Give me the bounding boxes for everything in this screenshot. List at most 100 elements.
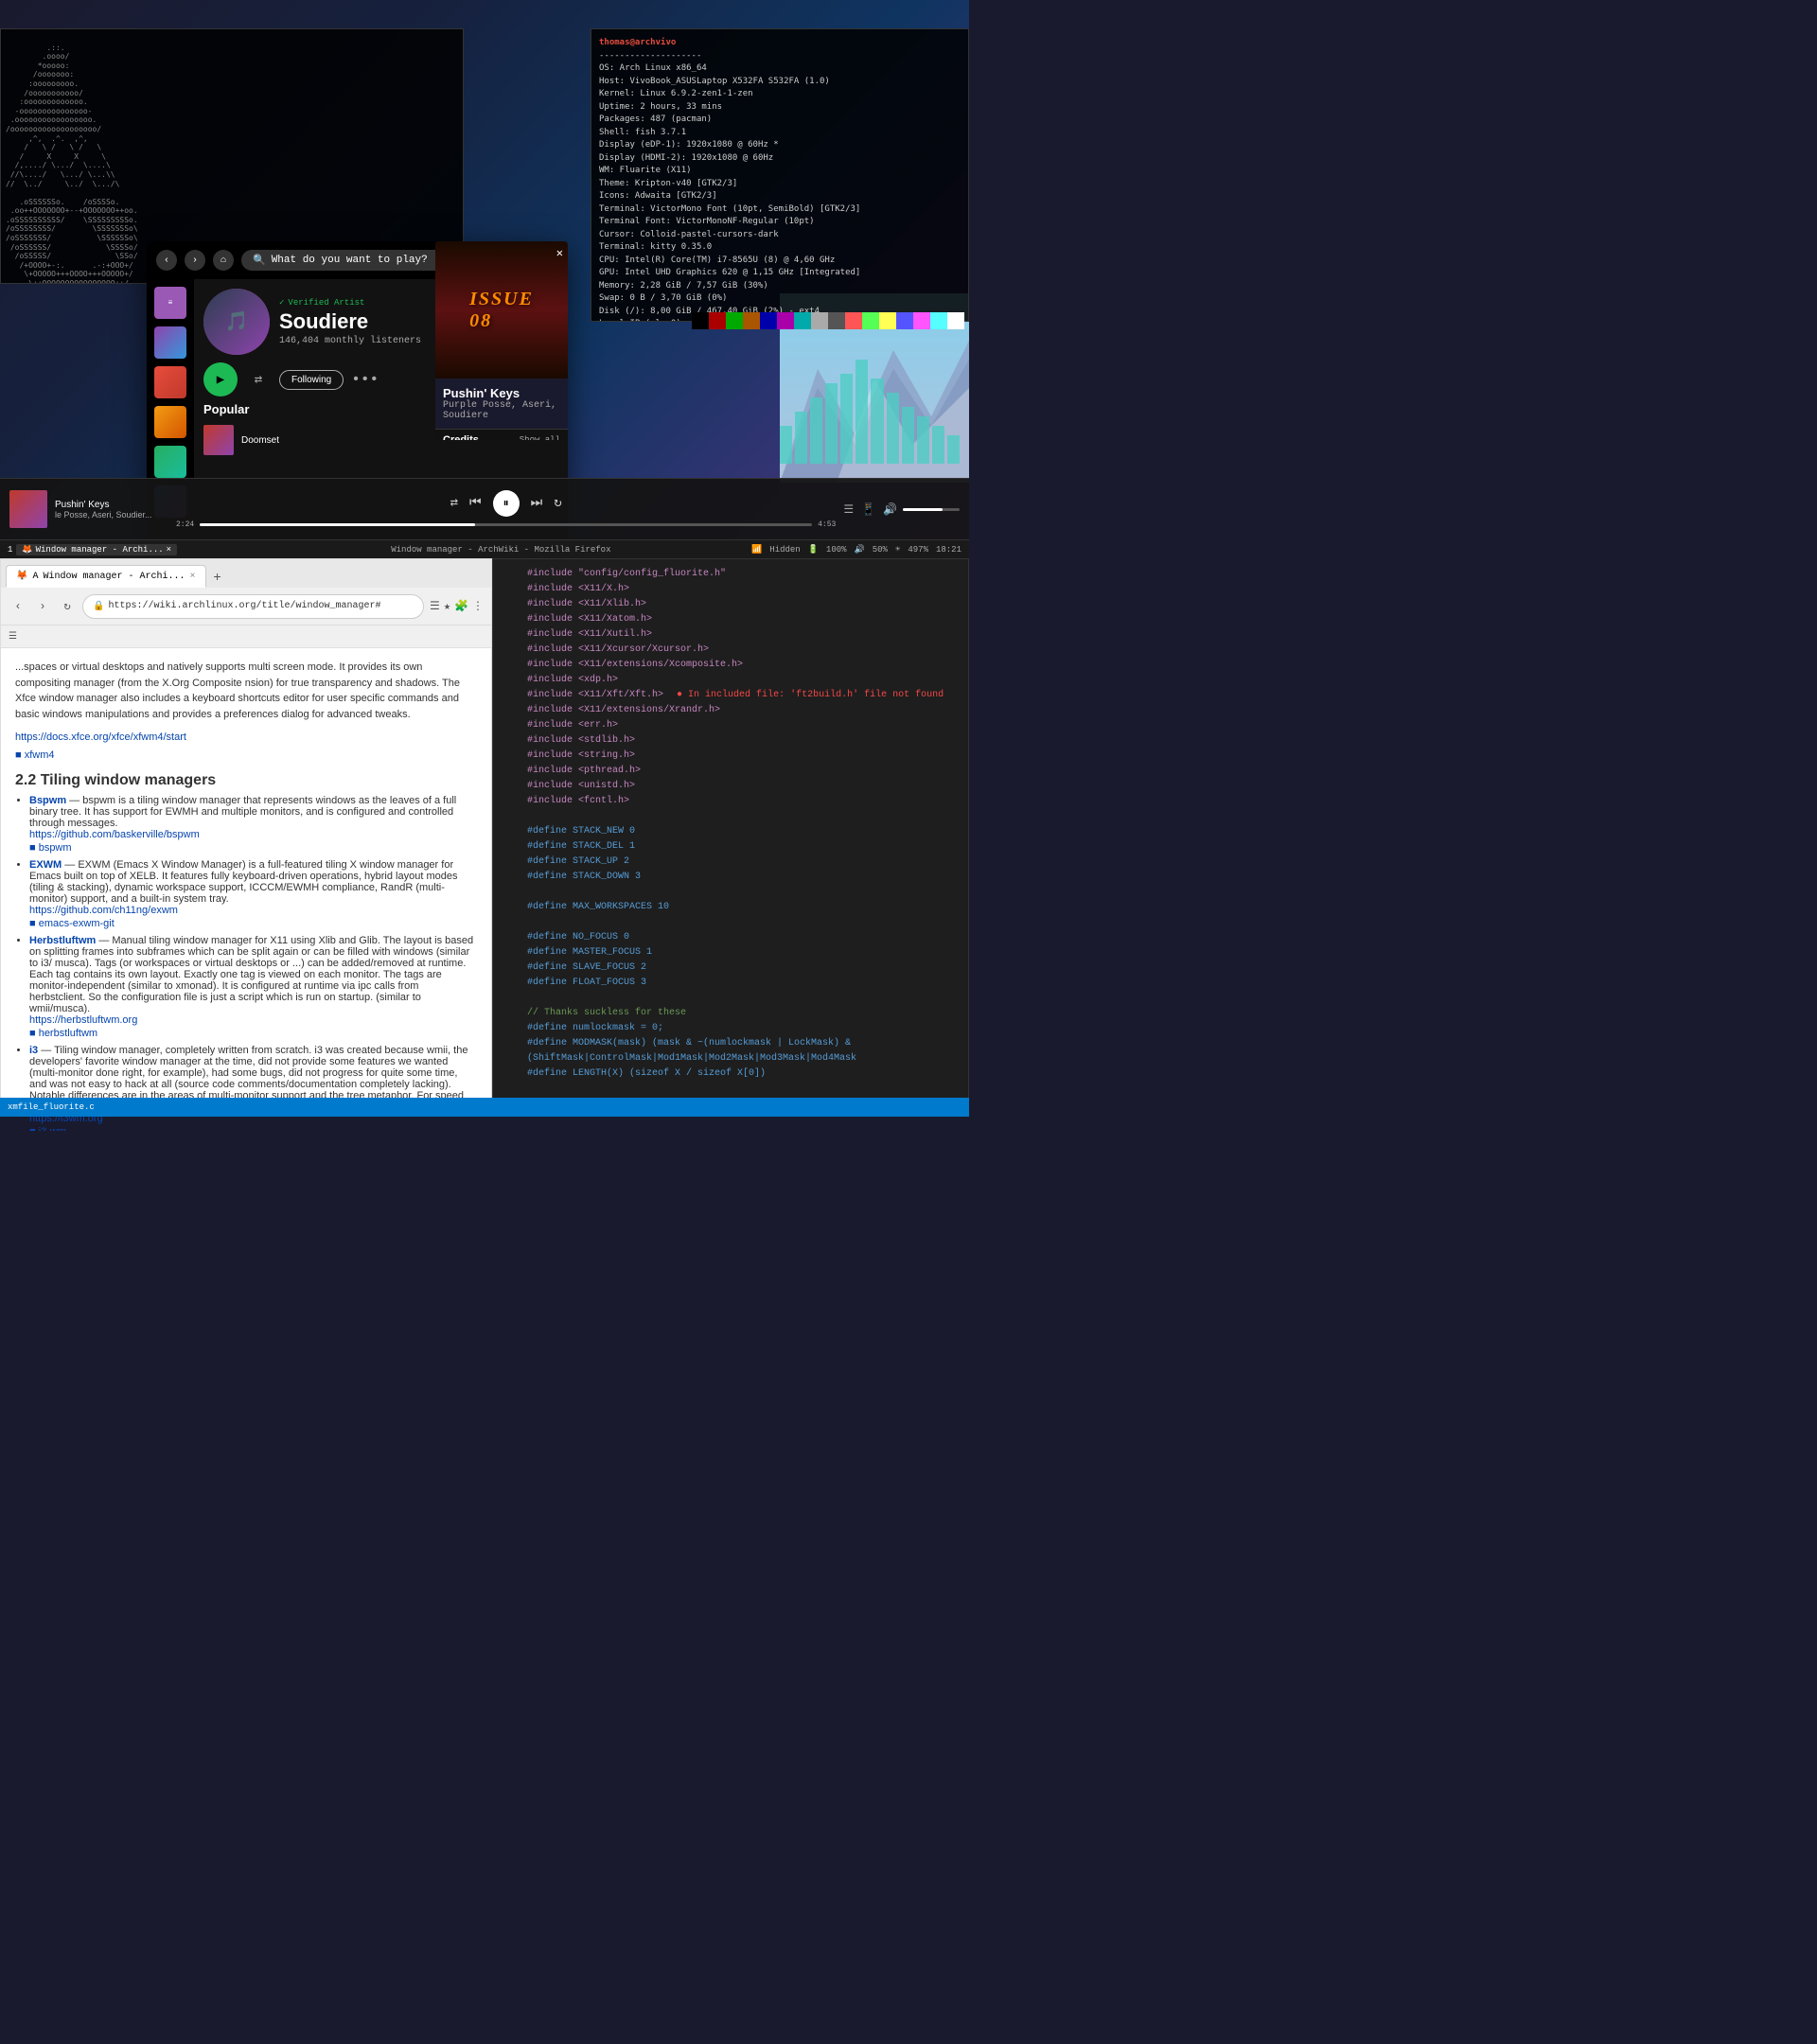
shuffle-button[interactable]: ⇄: [245, 366, 272, 393]
progress-fill: [200, 523, 475, 526]
device-icon[interactable]: 📱: [861, 502, 875, 517]
chart-bar-6: [871, 379, 883, 464]
code-line: #include "config/config_fluorite.h": [501, 567, 961, 582]
sysinfo-cursor: Cursor: Colloid-pastel-cursors-dark: [599, 230, 779, 239]
herbstluftwm-link[interactable]: https://herbstluftwm.org: [29, 1014, 477, 1026]
extensions-icon[interactable]: 🧩: [454, 599, 468, 613]
taskbar-left: 1 🦊 Window manager - Archi... ×: [8, 544, 251, 555]
exwm-aur-link[interactable]: ■ emacs-exwm-git: [29, 918, 115, 929]
app-label: Window manager - Archi...: [36, 545, 164, 555]
chart-bar-10: [932, 426, 944, 464]
xfwm4-docs-link[interactable]: https://docs.xfce.org/xfce/xfwm4/start: [15, 730, 477, 746]
taskbar-app-item[interactable]: 🦊 Window manager - Archi... ×: [16, 544, 177, 555]
play-button[interactable]: ▶: [203, 362, 238, 396]
code-editor: #include "config/config_fluorite.h" #inc…: [492, 558, 969, 1107]
next-track-icon[interactable]: ⏭: [531, 496, 543, 511]
now-playing-bar: Pushin' Keys le Posse, Aseri, Soudier...…: [0, 478, 969, 539]
code-line: #define STACK_DOWN 3: [501, 870, 961, 885]
prev-track-icon[interactable]: ⏮: [469, 496, 482, 511]
brightness-level: 497%: [908, 545, 928, 555]
brightness-icon: ☀: [895, 545, 900, 555]
progress-bar[interactable]: 2:24 4:53: [176, 520, 836, 529]
exwm-title: EXWM: [29, 859, 62, 871]
tab-close-button[interactable]: ×: [190, 572, 196, 582]
browser-forward-button[interactable]: ›: [33, 597, 52, 616]
code-line-blank: [501, 809, 961, 824]
queue-icon[interactable]: ☰: [843, 502, 854, 517]
wifi-icon: 📶: [751, 545, 762, 555]
active-browser-tab[interactable]: 🦊 A Window manager - Archi... ×: [6, 565, 206, 588]
album-close-icon[interactable]: ✕: [556, 246, 563, 260]
chart-bar-7: [887, 393, 899, 464]
show-all-link[interactable]: Show all: [520, 435, 560, 440]
code-line-blank: [501, 1082, 961, 1097]
clock: 18:21: [936, 545, 961, 555]
artist-avatar-image: [203, 289, 270, 355]
palette-color-55ff55: [862, 312, 879, 329]
sidebar-library-icon[interactable]: ≡: [154, 287, 186, 319]
list-item-herbstluftwm: Herbstluftwm — Manual tiling window mana…: [29, 935, 477, 1039]
palette-color-ffffff: [947, 312, 964, 329]
reader-mode-icon[interactable]: ☰: [430, 599, 440, 613]
herbstluftwm-aur-link[interactable]: ■ herbstluftwm: [29, 1028, 97, 1039]
wm-list: Bspwm — bspwm is a tiling window manager…: [15, 795, 477, 1131]
chart-bar-5: [856, 360, 868, 464]
volume-icons: ☰ 📱 🔊: [843, 502, 897, 517]
chart-bar-0: [780, 426, 792, 464]
code-line: #define NO_FOCUS 0: [501, 930, 961, 945]
play-pause-button[interactable]: ⏸: [493, 490, 520, 517]
back-button[interactable]: ‹: [156, 250, 177, 271]
volume-icon[interactable]: 🔊: [883, 502, 897, 517]
progress-track[interactable]: [200, 523, 812, 526]
sysinfo-terminal: thomas@archvivo -------------------- OS:…: [591, 28, 969, 322]
code-line: #include <err.h>: [501, 718, 961, 733]
browser-url-bar[interactable]: 🔒 https://wiki.archlinux.org/title/windo…: [82, 594, 424, 619]
bspwm-github-link[interactable]: https://github.com/baskerville/bspwm: [29, 829, 477, 840]
exwm-github-link[interactable]: https://github.com/ch11ng/exwm: [29, 905, 477, 916]
sidebar-item-4[interactable]: [154, 446, 186, 478]
sidebar-item-1[interactable]: [154, 326, 186, 359]
bspwm-aur-link[interactable]: ■ bspwm: [29, 842, 72, 854]
sysinfo-gpu: GPU: Intel UHD Graphics 620 @ 1,15 GHz […: [599, 268, 860, 277]
code-line: #include <X11/extensions/Xcomposite.h>: [501, 658, 961, 673]
sidebar-item-3[interactable]: [154, 406, 186, 438]
i3-aur-link[interactable]: ■ i3-wm: [29, 1126, 66, 1131]
album-cover: ISSUE08: [435, 241, 568, 379]
palette-color-00aa00: [726, 312, 743, 329]
chart-bar-9: [917, 416, 929, 464]
volume-taskbar-level: 50%: [873, 545, 888, 555]
browser-menu-icon[interactable]: ⋮: [472, 599, 484, 613]
sysinfo-display2: Display (HDMI-2): 1920x1080 @ 60Hz: [599, 153, 773, 163]
bookmark-icon[interactable]: ★: [444, 599, 450, 613]
home-button[interactable]: ⌂: [213, 250, 234, 271]
code-line: #define SLAVE_FOCUS 2: [501, 960, 961, 976]
palette-color-ff5555: [845, 312, 862, 329]
more-options-button[interactable]: •••: [351, 371, 379, 388]
code-line: #define STACK_DEL 1: [501, 839, 961, 855]
sysinfo-kernel: Kernel: Linux 6.9.2-zen1-1-zen: [599, 89, 753, 98]
code-line: #define STACK_UP 2: [501, 855, 961, 870]
following-button[interactable]: Following: [279, 370, 344, 390]
browser-refresh-button[interactable]: ↻: [58, 597, 77, 616]
sidebar-item-2[interactable]: [154, 366, 186, 398]
bookmarks-icon: ☰: [9, 631, 17, 643]
browser-toolbar: ‹ › ↻ 🔒 https://wiki.archlinux.org/title…: [1, 588, 491, 626]
code-line: #define FLOAT_FOCUS 3: [501, 976, 961, 991]
firefox-icon: 🦊: [22, 545, 32, 555]
browser-back-button[interactable]: ‹: [9, 597, 27, 616]
sysinfo-content: thomas@archvivo -------------------- OS:…: [599, 37, 961, 322]
taskbar: 1 🦊 Window manager - Archi... × Window m…: [0, 539, 969, 558]
new-tab-button[interactable]: +: [208, 569, 227, 588]
volume-bar[interactable]: [903, 508, 960, 511]
xfwm4-aur-link[interactable]: ■ xfwm4: [15, 749, 54, 761]
repeat-icon[interactable]: ↻: [554, 495, 561, 511]
code-line: #include <X11/extensions/Xrandr.h>: [501, 703, 961, 718]
sysinfo-shell: Shell: fish 3.7.1: [599, 128, 686, 137]
shuffle-control-icon[interactable]: ⇄: [450, 495, 458, 511]
track-thumbnail: [203, 425, 234, 455]
palette-color-555555: [828, 312, 845, 329]
tab-close-icon[interactable]: ×: [167, 545, 171, 555]
sysinfo-display1: Display (eDP-1): 1920x1080 @ 60Hz *: [599, 140, 779, 150]
code-line: #include <pthread.h>: [501, 764, 961, 779]
forward-button[interactable]: ›: [185, 250, 205, 271]
